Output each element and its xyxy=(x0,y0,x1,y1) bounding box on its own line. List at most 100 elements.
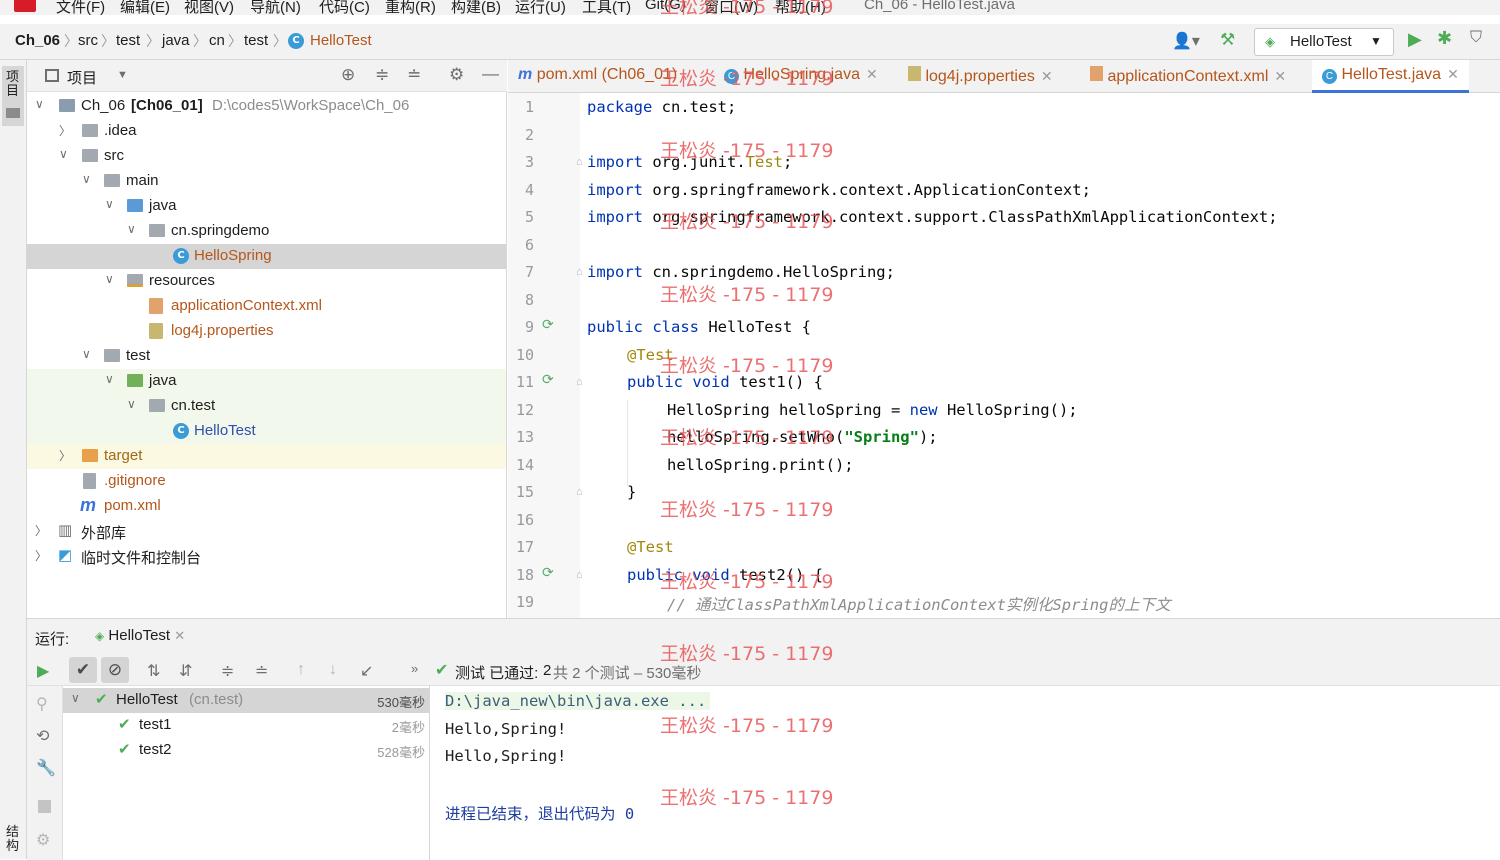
menu-build[interactable]: 构建(B) xyxy=(451,0,501,15)
tree-row-test-java[interactable]: ∨ java xyxy=(27,369,506,394)
close-icon[interactable]: ✕ xyxy=(866,66,878,82)
fold-icon[interactable]: ⌂ xyxy=(576,569,583,581)
code-line[interactable]: HelloSpring helloSpring = new HelloSprin… xyxy=(667,401,1078,419)
breadcrumb-test[interactable]: test xyxy=(116,32,140,49)
tree-row-scratches[interactable]: 〉 ◩ 临时文件和控制台 xyxy=(27,544,506,569)
breadcrumb-project[interactable]: Ch_06 xyxy=(15,32,60,49)
chevron-right-icon[interactable]: 〉 xyxy=(59,122,71,139)
fold-icon[interactable]: ⌂ xyxy=(576,486,583,498)
chevron-down-icon[interactable]: ∨ xyxy=(82,347,91,361)
code-line[interactable]: import cn.springdemo.HelloSpring; xyxy=(587,263,895,281)
gear-icon[interactable]: ⚙ xyxy=(449,65,464,85)
chevron-down-icon[interactable]: ∨ xyxy=(35,97,44,111)
fold-icon[interactable]: ⌂ xyxy=(576,376,583,388)
rerun-failed-icon[interactable]: ⟲ xyxy=(36,726,49,746)
fold-icon[interactable]: ⌂ xyxy=(576,266,583,278)
chevron-down-icon[interactable]: ▼ xyxy=(117,69,128,81)
chevron-down-icon[interactable]: ∨ xyxy=(105,272,114,286)
debug-icon[interactable]: ✱ xyxy=(1437,28,1452,49)
chevron-right-icon[interactable]: 〉 xyxy=(35,522,47,539)
previous-failed-icon[interactable]: ↑ xyxy=(297,661,305,679)
chevron-down-icon[interactable]: ∨ xyxy=(82,172,91,186)
chevron-right-icon[interactable]: 〉 xyxy=(35,547,47,564)
menu-refactor[interactable]: 重构(R) xyxy=(385,0,436,15)
menu-view[interactable]: 视图(V) xyxy=(184,0,234,15)
tree-row-test[interactable]: ∨ test xyxy=(27,344,506,369)
coverage-icon[interactable]: ⛉ xyxy=(1470,29,1482,47)
settings-icon[interactable]: ⚙ xyxy=(36,830,50,850)
code-line[interactable]: import org.springframework.context.Appli… xyxy=(587,181,1091,199)
test-row[interactable]: ✔ test1 2毫秒 xyxy=(63,713,429,738)
chevron-right-icon[interactable]: 〉 xyxy=(59,447,71,464)
run-icon[interactable]: ▶ xyxy=(1408,29,1422,50)
stop-icon[interactable] xyxy=(38,800,51,813)
tab-pom-xml[interactable]: m pom.xml (Ch06_01) xyxy=(518,66,677,84)
export-icon[interactable]: ↙ xyxy=(360,661,373,681)
tree-row-project-root[interactable]: ∨ Ch_06 [Ch06_01] D:\codes5\WorkSpace\Ch… xyxy=(27,94,506,119)
chevron-down-icon[interactable]: ∨ xyxy=(127,222,136,236)
sort-duration-icon[interactable]: ⇵ xyxy=(179,661,192,681)
close-icon[interactable]: ✕ xyxy=(1041,68,1053,84)
wrench-icon[interactable]: 🔧 xyxy=(36,758,56,778)
menu-file[interactable]: 文件(F) xyxy=(56,0,105,15)
tree-row-pom[interactable]: m pom.xml xyxy=(27,494,506,519)
breadcrumb-cn[interactable]: cn xyxy=(209,32,225,49)
expand-all-icon[interactable]: ≑ xyxy=(375,65,389,85)
chevron-down-icon[interactable]: ∨ xyxy=(105,197,114,211)
project-tool-button[interactable]: 项目 xyxy=(2,66,24,126)
rerun-icon[interactable]: ▶ xyxy=(37,661,49,681)
close-icon[interactable]: ✕ xyxy=(1274,68,1286,84)
code-line[interactable]: // 通过ClassPathXmlApplicationContext实例化Sp… xyxy=(667,593,1170,615)
tree-row-src[interactable]: ∨ src xyxy=(27,144,506,169)
menu-run[interactable]: 运行(U) xyxy=(515,0,566,15)
tree-row-applicationcontext[interactable]: applicationContext.xml xyxy=(27,294,506,319)
pin-icon[interactable]: ⚲ xyxy=(36,694,48,714)
tree-row-cn-test[interactable]: ∨ cn.test xyxy=(27,394,506,419)
close-icon[interactable]: ✕ xyxy=(1447,66,1459,82)
tree-row-idea[interactable]: 〉 .idea xyxy=(27,119,506,144)
show-ignored-toggle[interactable]: ⊘ xyxy=(101,657,129,683)
next-failed-icon[interactable]: ↓ xyxy=(329,661,337,679)
tab-applicationcontext[interactable]: applicationContext.xml ✕ xyxy=(1090,66,1286,86)
expand-all-icon[interactable]: ≑ xyxy=(221,661,234,681)
run-config-select[interactable]: ◈ HelloTest ▼ xyxy=(1254,28,1394,56)
tree-row-main-java[interactable]: ∨ java xyxy=(27,194,506,219)
project-panel-title[interactable]: 项目 xyxy=(67,67,97,88)
tree-row-log4j[interactable]: log4j.properties xyxy=(27,319,506,344)
show-passed-toggle[interactable]: ✔ xyxy=(69,657,97,683)
breadcrumb-java[interactable]: java xyxy=(162,32,190,49)
console-output[interactable]: D:\java_new\bin\java.exe ... Hello,Sprin… xyxy=(431,686,1500,860)
collapse-all-icon[interactable]: ≐ xyxy=(255,661,268,681)
breadcrumb-hellotest[interactable]: HelloTest xyxy=(310,32,372,49)
chevron-down-icon[interactable]: ∨ xyxy=(71,691,80,705)
build-hammer-icon[interactable]: ⚒ xyxy=(1220,30,1235,50)
tree-row-cn-springdemo[interactable]: ∨ cn.springdemo xyxy=(27,219,506,244)
tree-row-hellotest[interactable]: C HelloTest xyxy=(27,419,506,444)
menu-code[interactable]: 代码(C) xyxy=(319,0,370,15)
tab-log4j[interactable]: log4j.properties ✕ xyxy=(908,66,1053,86)
menu-edit[interactable]: 编辑(E) xyxy=(120,0,170,15)
code-line[interactable]: public class HelloTest { xyxy=(587,318,811,336)
tree-row-target[interactable]: 〉 target xyxy=(27,444,506,469)
collapse-all-icon[interactable]: ≐ xyxy=(407,65,421,85)
close-icon[interactable]: ✕ xyxy=(174,628,185,643)
code-line[interactable]: package cn.test; xyxy=(587,98,736,116)
sort-alpha-icon[interactable]: ⇅ xyxy=(147,661,160,681)
test-row-suite[interactable]: ∨ ✔ HelloTest (cn.test) 530毫秒 xyxy=(63,688,429,713)
chevron-down-icon[interactable]: ∨ xyxy=(59,147,68,161)
more-icon[interactable]: » xyxy=(411,661,418,676)
test-row[interactable]: ✔ test2 528毫秒 xyxy=(63,738,429,763)
breadcrumb-src[interactable]: src xyxy=(78,32,98,49)
structure-tool-button[interactable]: 结构 xyxy=(6,825,20,853)
chevron-down-icon[interactable]: ∨ xyxy=(105,372,114,386)
code-line[interactable]: @Test xyxy=(627,538,674,556)
run-tab-hellotest[interactable]: ◈ HelloTest ✕ xyxy=(89,625,191,653)
menu-tools[interactable]: 工具(T) xyxy=(582,0,631,15)
run-test-icon[interactable]: ⟳ xyxy=(542,564,556,580)
code-line[interactable]: } xyxy=(627,483,636,501)
run-test-icon[interactable]: ⟳ xyxy=(542,316,556,332)
user-icon[interactable]: 👤▾ xyxy=(1172,31,1200,51)
menu-navigate[interactable]: 导航(N) xyxy=(250,0,301,15)
locate-icon[interactable]: ⊕ xyxy=(341,65,355,85)
fold-icon[interactable]: ⌂ xyxy=(576,156,583,168)
